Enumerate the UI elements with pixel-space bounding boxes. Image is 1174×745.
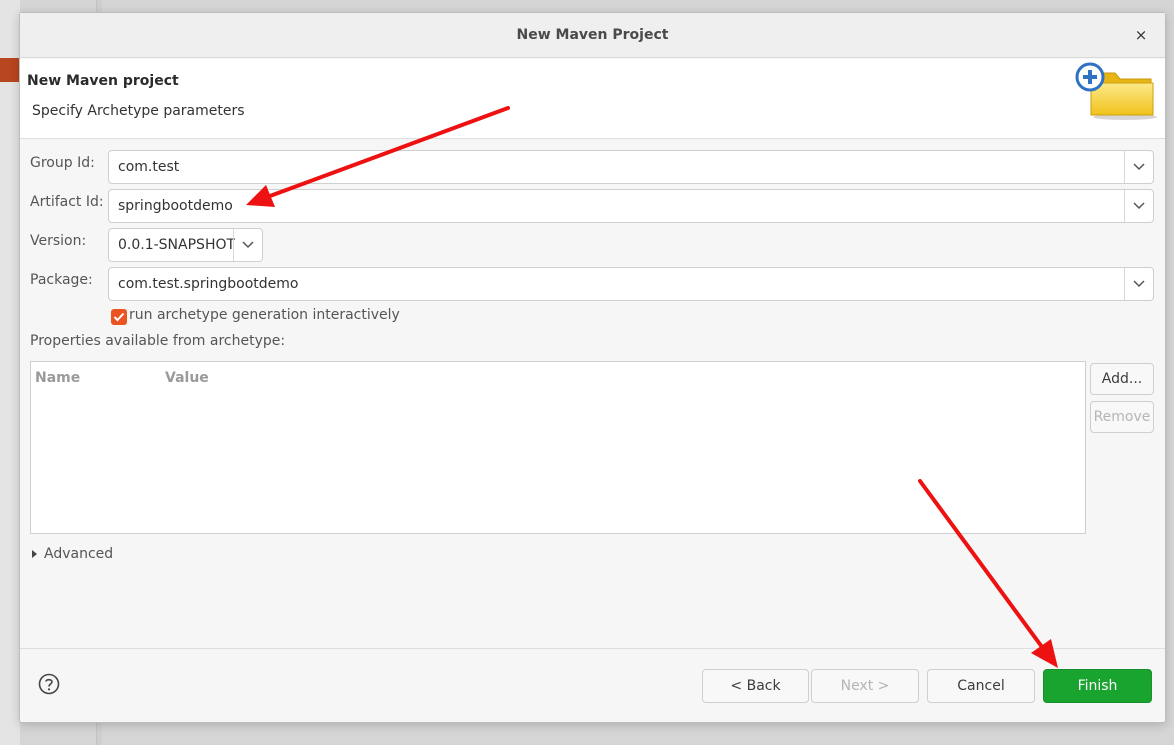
add-property-button[interactable]: Add... <box>1090 363 1154 395</box>
advanced-expander[interactable]: Advanced <box>32 546 113 562</box>
version-value: 0.0.1-SNAPSHOT <box>118 237 236 253</box>
cancel-button[interactable]: Cancel <box>927 669 1035 703</box>
chevron-down-icon[interactable] <box>1124 268 1153 300</box>
interactive-generation-checkbox[interactable] <box>111 309 127 325</box>
dialog-title: New Maven Project <box>516 27 669 43</box>
package-combo[interactable]: com.test.springbootdemo <box>108 267 1154 301</box>
finish-button[interactable]: Finish <box>1043 669 1152 703</box>
checkmark-icon <box>113 312 125 322</box>
package-value: com.test.springbootdemo <box>118 276 299 292</box>
group-id-value: com.test <box>118 159 180 175</box>
version-label: Version: <box>30 233 87 249</box>
wizard-header: New Maven project Specify Archetype para… <box>20 59 1165 139</box>
new-folder-plus-icon <box>1073 61 1157 125</box>
wizard-title: New Maven project <box>27 73 179 89</box>
chevron-down-icon[interactable] <box>1124 151 1153 183</box>
properties-label: Properties available from archetype: <box>30 333 286 349</box>
background-window-left <box>0 0 20 745</box>
chevron-down-icon[interactable] <box>1124 190 1153 222</box>
footer-divider <box>20 648 1165 649</box>
group-id-combo[interactable]: com.test <box>108 150 1154 184</box>
new-maven-project-dialog: New Maven Project × New Maven project Sp… <box>19 12 1166 723</box>
group-id-label: Group Id: <box>30 155 95 171</box>
expand-triangle-icon <box>32 550 37 558</box>
next-button[interactable]: Next > <box>811 669 919 703</box>
version-combo[interactable]: 0.0.1-SNAPSHOT <box>108 228 263 262</box>
background-accent-strip <box>0 58 20 82</box>
properties-table[interactable]: Name Value <box>30 361 1086 534</box>
dialog-titlebar: New Maven Project <box>20 13 1165 58</box>
advanced-label: Advanced <box>44 546 114 562</box>
help-icon[interactable] <box>38 673 60 699</box>
remove-property-button[interactable]: Remove <box>1090 401 1154 433</box>
back-button[interactable]: < Back <box>702 669 809 703</box>
artifact-id-value: springbootdemo <box>118 198 233 214</box>
wizard-subtitle: Specify Archetype parameters <box>32 103 245 119</box>
interactive-generation-label[interactable]: run archetype generation interactively <box>129 307 400 323</box>
artifact-id-label: Artifact Id: <box>30 194 104 210</box>
artifact-id-combo[interactable]: springbootdemo <box>108 189 1154 223</box>
column-header-value[interactable]: Value <box>165 370 209 386</box>
close-icon: × <box>1134 26 1148 44</box>
column-header-name[interactable]: Name <box>35 370 80 386</box>
close-button[interactable]: × <box>1131 25 1151 45</box>
package-label: Package: <box>30 272 93 288</box>
chevron-down-icon[interactable] <box>233 229 262 261</box>
